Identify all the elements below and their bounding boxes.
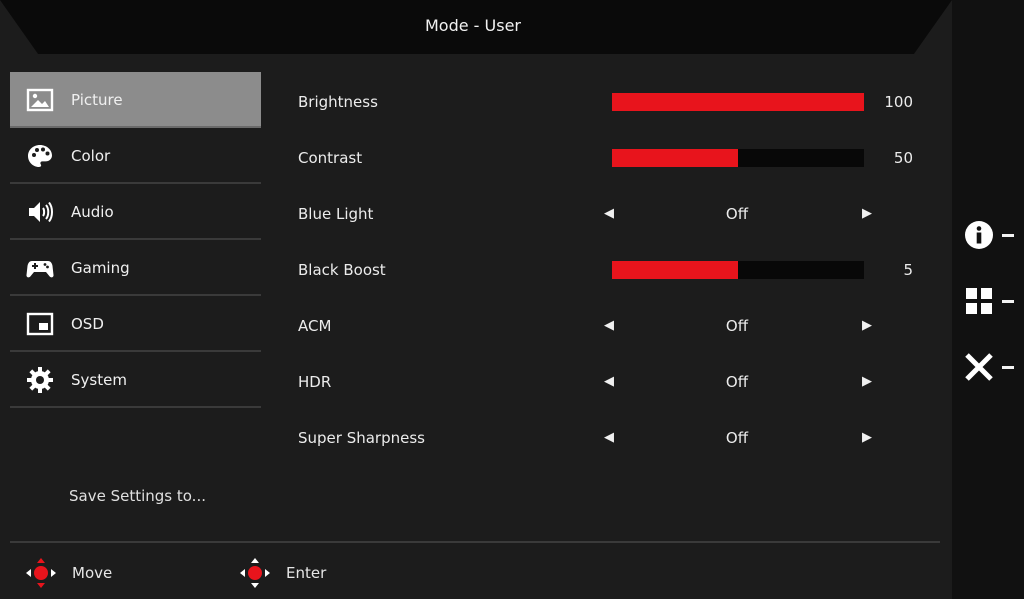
slider-fill <box>612 261 738 279</box>
nav-label: System <box>71 371 127 389</box>
nav-item-gaming[interactable]: Gaming <box>10 240 261 296</box>
hotkey-menu[interactable] <box>964 286 1020 318</box>
hotkey-dash <box>1002 234 1014 237</box>
brightness-slider[interactable] <box>612 93 864 111</box>
setting-value: 50 <box>893 149 913 167</box>
slider-fill <box>612 149 738 167</box>
nav-label: OSD <box>71 315 104 333</box>
setting-black-boost[interactable]: Black Boost 5 <box>298 240 938 296</box>
palette-icon <box>26 142 54 170</box>
setting-label: Contrast <box>298 149 363 167</box>
hotkey-dash <box>1002 300 1014 303</box>
info-icon <box>965 221 993 249</box>
setting-super-sharpness[interactable]: Super Sharpness ◀ Off ▶ <box>298 408 938 464</box>
setting-blue-light[interactable]: Blue Light ◀ Off ▶ <box>298 184 938 240</box>
setting-value: Off <box>725 429 749 447</box>
hotkey-info[interactable] <box>964 220 1020 252</box>
nav-item-picture[interactable]: Picture <box>10 72 261 128</box>
nav-item-color[interactable]: Color <box>10 128 261 184</box>
speaker-icon <box>26 198 54 226</box>
arrow-right-icon[interactable]: ▶ <box>862 206 872 221</box>
contrast-slider[interactable] <box>612 149 864 167</box>
move-hint: Move <box>72 564 113 582</box>
osd-window-icon <box>26 310 54 338</box>
setting-hdr[interactable]: HDR ◀ Off ▶ <box>298 352 938 408</box>
enter-hint: Enter <box>286 564 327 582</box>
arrow-right-icon[interactable]: ▶ <box>862 374 872 389</box>
arrow-right-icon[interactable]: ▶ <box>862 318 872 333</box>
setting-label: HDR <box>298 373 332 391</box>
gamepad-icon <box>26 254 54 282</box>
setting-value: Off <box>725 205 749 223</box>
setting-brightness[interactable]: Brightness 100 <box>298 72 938 128</box>
setting-value: Off <box>725 373 749 391</box>
menu-grid-icon <box>966 288 992 314</box>
mode-title: Mode - User <box>424 16 521 35</box>
setting-label: Brightness <box>298 93 378 111</box>
picture-icon <box>26 86 54 114</box>
setting-contrast[interactable]: Contrast 50 <box>298 128 938 184</box>
close-icon <box>965 353 993 381</box>
nav-label: Audio <box>71 203 114 221</box>
save-settings-item[interactable]: Save Settings to... <box>69 487 206 505</box>
nav-item-audio[interactable]: Audio <box>10 184 261 240</box>
hotkey-dash <box>1002 366 1014 369</box>
nav-label: Gaming <box>71 259 130 277</box>
setting-acm[interactable]: ACM ◀ Off ▶ <box>298 296 938 352</box>
nav-label: Color <box>71 147 111 165</box>
setting-value: 100 <box>884 93 913 111</box>
setting-value: 5 <box>903 261 913 279</box>
enter-joystick-icon <box>238 556 272 590</box>
gear-icon <box>26 366 54 394</box>
osd-menu: Mode - User Picture Color Audio Gaming O… <box>0 0 952 599</box>
black-boost-slider[interactable] <box>612 261 864 279</box>
slider-fill <box>612 93 864 111</box>
arrow-left-icon[interactable]: ◀ <box>604 430 614 445</box>
nav-label: Picture <box>71 91 123 109</box>
category-nav: Picture Color Audio Gaming OSD System <box>10 72 261 408</box>
move-joystick-icon <box>24 556 58 590</box>
setting-label: ACM <box>298 317 332 335</box>
setting-label: Super Sharpness <box>298 429 425 447</box>
setting-label: Black Boost <box>298 261 386 279</box>
arrow-right-icon[interactable]: ▶ <box>862 430 872 445</box>
nav-item-osd[interactable]: OSD <box>10 296 261 352</box>
setting-value: Off <box>725 317 749 335</box>
footer-divider <box>10 541 940 543</box>
hotkey-close[interactable] <box>964 352 1020 384</box>
arrow-left-icon[interactable]: ◀ <box>604 374 614 389</box>
nav-item-system[interactable]: System <box>10 352 261 408</box>
arrow-left-icon[interactable]: ◀ <box>604 206 614 221</box>
arrow-left-icon[interactable]: ◀ <box>604 318 614 333</box>
setting-label: Blue Light <box>298 205 374 223</box>
